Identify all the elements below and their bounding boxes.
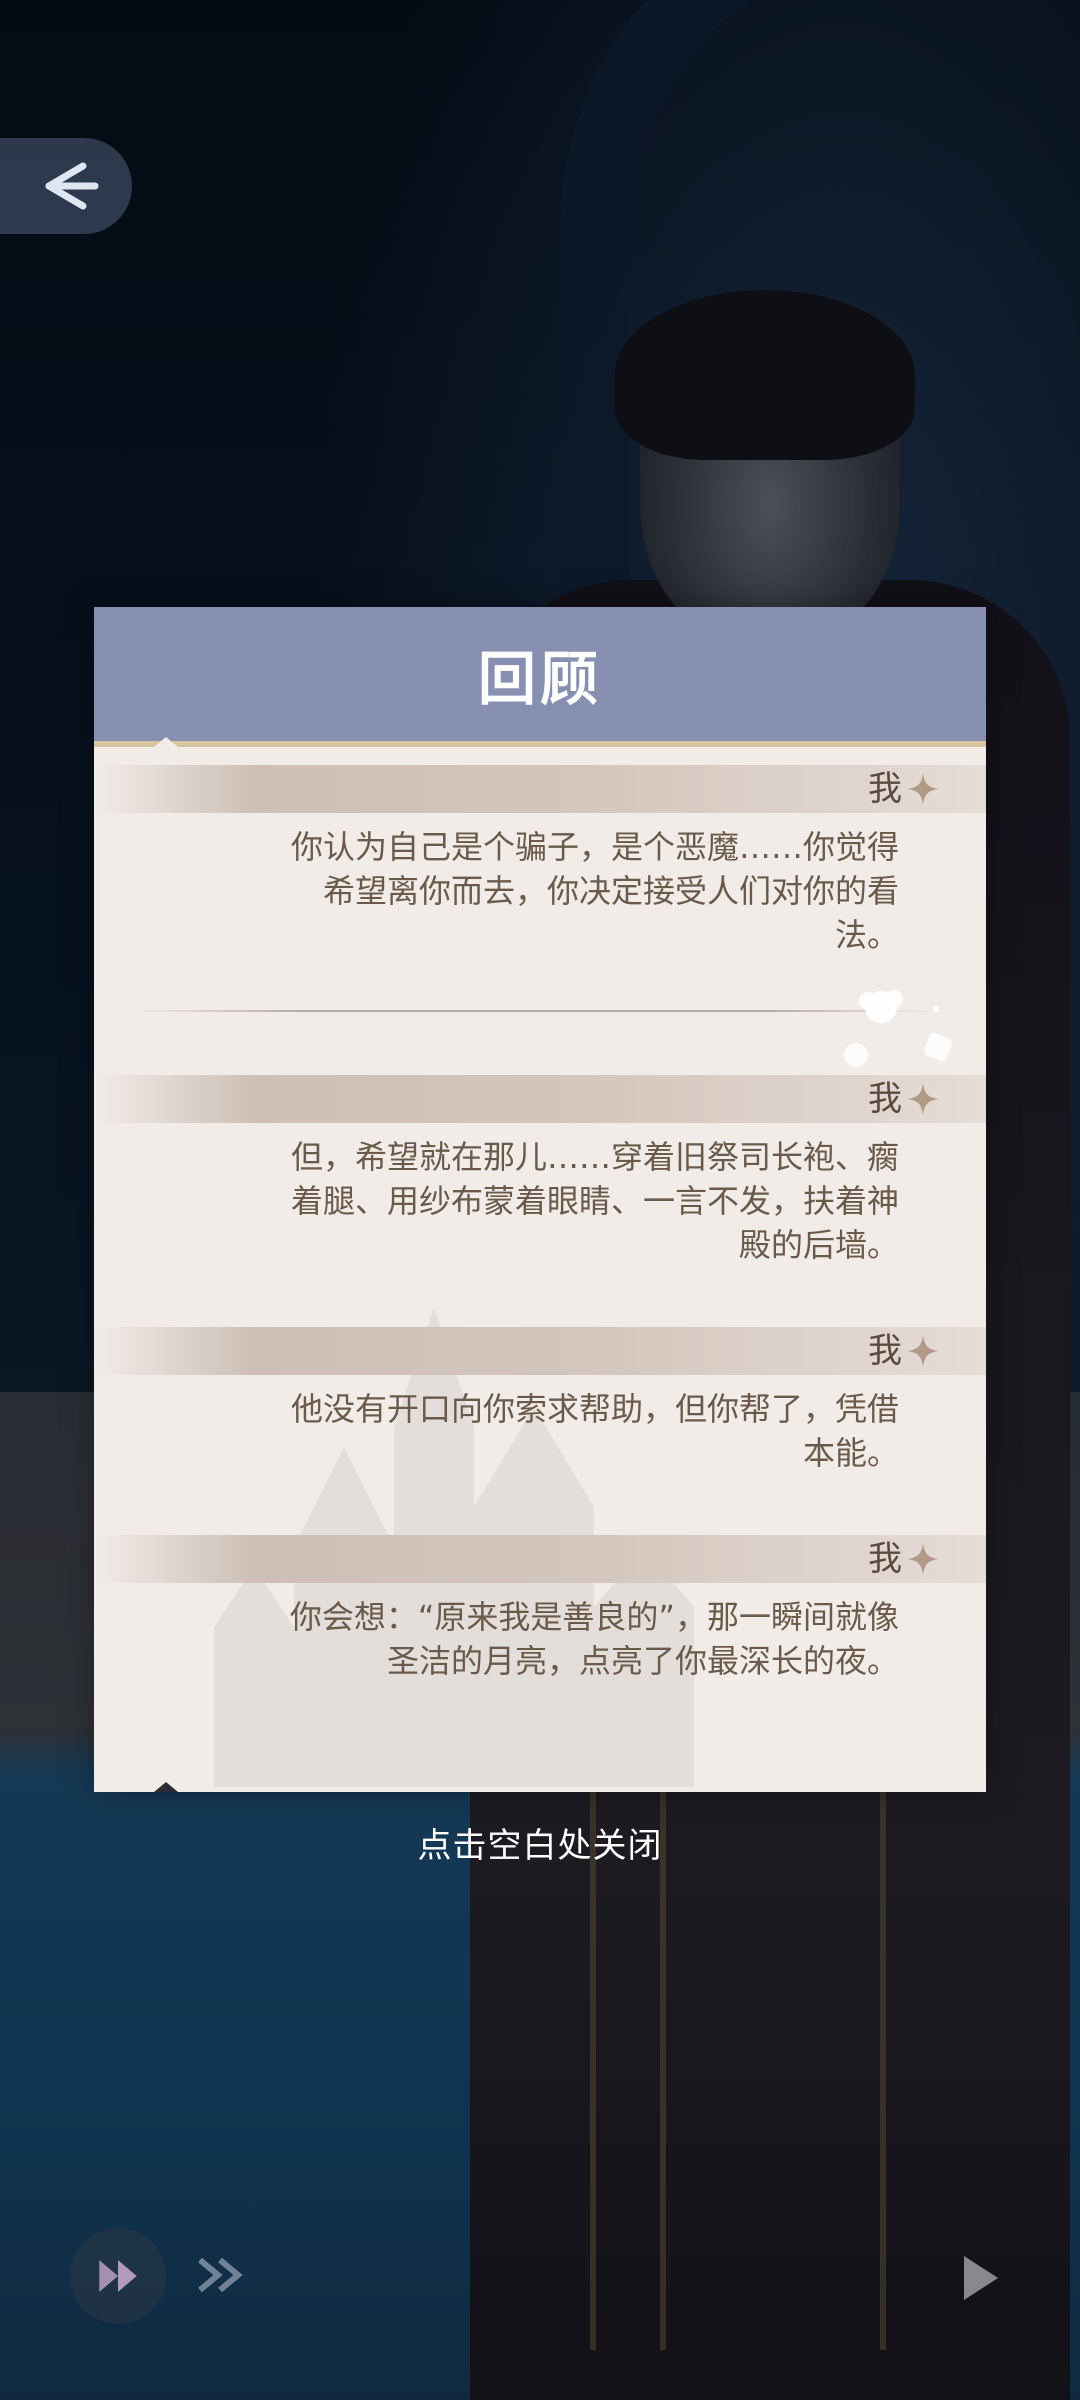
speaker-bar: [94, 765, 986, 813]
bottom-notch: [154, 1782, 178, 1792]
back-arrow-icon: [45, 162, 99, 210]
dialog-header: 回顾: [94, 607, 986, 741]
dialog-title: 回顾: [477, 645, 602, 713]
speaker-name: 我: [868, 1331, 902, 1371]
dialogue-line: 你会想：“原来我是善良的”，那一瞬间就像圣洁的月亮，点亮了你最深长的夜。: [289, 1598, 899, 1680]
speaker-name: 我: [868, 1079, 902, 1119]
play-icon: [964, 2256, 998, 2300]
speaker-name: 我: [868, 1539, 902, 1579]
four-point-star-icon: [907, 1335, 939, 1367]
back-button[interactable]: [0, 138, 132, 234]
entry-divider: [134, 1010, 934, 1012]
header-notch: [154, 737, 178, 747]
four-point-star-icon: [907, 1083, 939, 1115]
dialogue-line: 你认为自己是个骗子，是个恶魔……你觉得希望离你而去，你决定接受人们对你的看法。: [290, 828, 899, 954]
skip-icon: [99, 2260, 137, 2292]
header-accent-line: [94, 741, 986, 747]
dialogue-line: 但，希望就在那儿……穿着旧祭司长袍、瘸着腿、用纱布蒙着眼睛、一言不发，扶着神殿的…: [290, 1138, 899, 1264]
close-hint: 点击空白处关闭: [417, 1826, 663, 1866]
auto-play-icon[interactable]: [192, 2250, 252, 2300]
four-point-star-icon: [907, 1543, 939, 1575]
speaker-name: 我: [868, 769, 902, 809]
speaker-bar: [94, 1327, 986, 1375]
skip-button[interactable]: [70, 2228, 166, 2324]
review-dialog: 回顾 我 你认为自己是个骗子，是个恶魔……你觉得希望离你而去，你决定接受人们对你…: [94, 607, 986, 1792]
dialogue-line: 他没有开口向你索求帮助，但你帮了，凭借本能。: [290, 1390, 899, 1472]
play-button[interactable]: [930, 2230, 1026, 2326]
speaker-bar: [94, 1535, 986, 1583]
speaker-bar: [94, 1075, 986, 1123]
four-point-star-icon: [907, 773, 939, 805]
